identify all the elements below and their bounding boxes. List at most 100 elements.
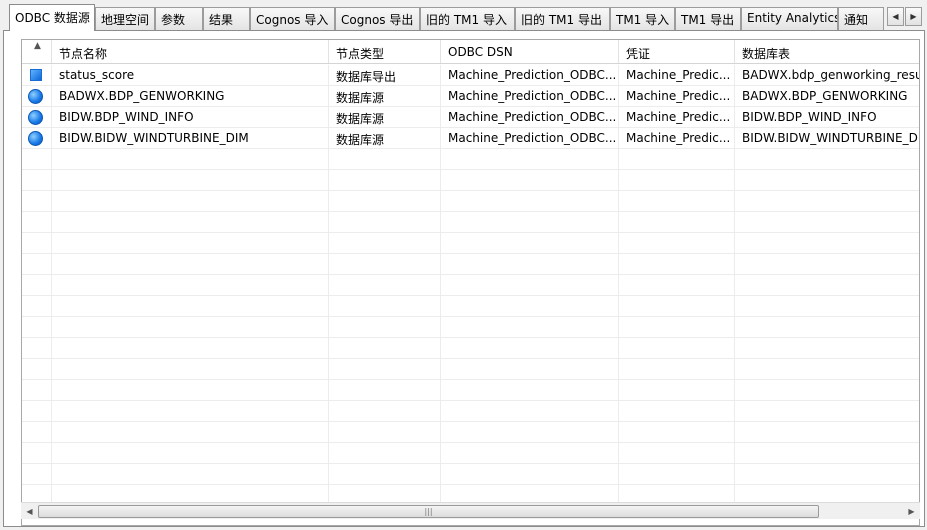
- empty-cell: [619, 380, 735, 401]
- empty-cell: [22, 233, 52, 254]
- empty-cell: [441, 233, 619, 254]
- empty-cell: [52, 443, 329, 464]
- header-credential[interactable]: 凭证: [619, 40, 735, 63]
- source-node-icon: [28, 131, 43, 146]
- empty-table-row: [22, 212, 919, 233]
- header-database-table[interactable]: 数据库表: [735, 40, 919, 63]
- empty-table-row: [22, 401, 919, 422]
- tab-tm1-export[interactable]: TM1 导出: [675, 7, 741, 30]
- empty-table-row: [22, 338, 919, 359]
- tab-scroll-right-button[interactable]: ▶: [905, 7, 922, 26]
- header-node-name[interactable]: 节点名称: [52, 40, 329, 63]
- export-node-icon: [30, 69, 42, 81]
- empty-cell: [441, 212, 619, 233]
- empty-cell: [329, 254, 441, 275]
- empty-cell: [441, 380, 619, 401]
- empty-cell: [735, 401, 919, 422]
- row-icon-cell: [22, 128, 52, 149]
- header-node-type[interactable]: 节点类型: [329, 40, 441, 63]
- empty-cell: [619, 359, 735, 380]
- cell-credential: Machine_Predic...: [619, 65, 735, 86]
- empty-table-row: [22, 464, 919, 485]
- empty-table-row: [22, 317, 919, 338]
- empty-cell: [619, 212, 735, 233]
- empty-cell: [619, 275, 735, 296]
- empty-cell: [52, 359, 329, 380]
- empty-cell: [22, 191, 52, 212]
- scrollbar-thumb[interactable]: |||: [38, 505, 819, 518]
- empty-cell: [441, 296, 619, 317]
- empty-cell: [619, 191, 735, 212]
- empty-cell: [52, 149, 329, 170]
- empty-table-row: [22, 170, 919, 191]
- empty-cell: [619, 149, 735, 170]
- table-row[interactable]: BIDW.BDP_WIND_INFO 数据库源 Machine_Predicti…: [22, 107, 919, 128]
- scroll-right-button[interactable]: ▶: [903, 503, 920, 520]
- empty-cell: [735, 149, 919, 170]
- empty-cell: [441, 443, 619, 464]
- tab-results[interactable]: 结果: [203, 7, 250, 30]
- table-row[interactable]: BIDW.BIDW_WINDTURBINE_DIM 数据库源 Machine_P…: [22, 128, 919, 149]
- empty-cell: [52, 422, 329, 443]
- empty-cell: [735, 233, 919, 254]
- empty-cell: [22, 317, 52, 338]
- empty-cell: [52, 338, 329, 359]
- empty-cell: [619, 296, 735, 317]
- empty-cell: [441, 338, 619, 359]
- empty-cell: [22, 254, 52, 275]
- tab-cognos-import[interactable]: Cognos 导入: [250, 7, 335, 30]
- header-icon-column[interactable]: ▲: [22, 40, 52, 63]
- tab-legacy-tm1-import[interactable]: 旧的 TM1 导入: [420, 7, 515, 30]
- tab-parameters[interactable]: 参数: [155, 7, 203, 30]
- empty-cell: [619, 170, 735, 191]
- tab-legacy-tm1-export[interactable]: 旧的 TM1 导出: [515, 7, 610, 30]
- empty-table-row: [22, 254, 919, 275]
- cell-node-name: BIDW.BIDW_WINDTURBINE_DIM: [52, 128, 329, 149]
- empty-cell: [22, 359, 52, 380]
- empty-cell: [22, 422, 52, 443]
- tab-tm1-import[interactable]: TM1 导入: [610, 7, 675, 30]
- empty-cell: [22, 296, 52, 317]
- cell-node-name: status_score: [52, 65, 329, 86]
- empty-cell: [52, 464, 329, 485]
- empty-table-row: [22, 233, 919, 254]
- empty-cell: [22, 170, 52, 191]
- source-node-icon: [28, 89, 43, 104]
- empty-cell: [441, 254, 619, 275]
- scroll-left-button[interactable]: ◀: [21, 503, 38, 520]
- empty-cell: [735, 275, 919, 296]
- empty-cell: [441, 191, 619, 212]
- table-row[interactable]: BADWX.BDP_GENWORKING 数据库源 Machine_Predic…: [22, 86, 919, 107]
- empty-cell: [735, 443, 919, 464]
- empty-cell: [441, 422, 619, 443]
- empty-cell: [329, 464, 441, 485]
- cell-credential: Machine_Predic...: [619, 86, 735, 107]
- empty-cell: [735, 338, 919, 359]
- datasource-table[interactable]: ▲ 节点名称 节点类型 ODBC DSN 凭证 数据库表 status_scor…: [21, 39, 920, 526]
- horizontal-scrollbar[interactable]: ◀ ||| ▶: [21, 502, 920, 519]
- cell-node-name: BIDW.BDP_WIND_INFO: [52, 107, 329, 128]
- header-odbc-dsn[interactable]: ODBC DSN: [441, 40, 619, 63]
- tab-cognos-export[interactable]: Cognos 导出: [335, 7, 420, 30]
- triangle-left-icon: ◀: [892, 12, 899, 21]
- cell-odbc-dsn: Machine_Prediction_ODBC...: [441, 128, 619, 149]
- table-row[interactable]: status_score 数据库导出 Machine_Prediction_OD…: [22, 65, 919, 86]
- triangle-left-icon: ◀: [26, 507, 33, 516]
- empty-cell: [735, 191, 919, 212]
- empty-cell: [329, 317, 441, 338]
- empty-cell: [619, 317, 735, 338]
- empty-cell: [329, 233, 441, 254]
- tab-odbc-datasource[interactable]: ODBC 数据源: [9, 4, 95, 31]
- tab-entity-analytics[interactable]: Entity Analytics: [741, 7, 838, 30]
- empty-cell: [22, 443, 52, 464]
- empty-table-row: [22, 275, 919, 296]
- empty-table-row: [22, 359, 919, 380]
- empty-cell: [619, 401, 735, 422]
- empty-cell: [735, 170, 919, 191]
- empty-cell: [735, 212, 919, 233]
- tab-geospatial[interactable]: 地理空间: [95, 7, 155, 30]
- empty-cell: [735, 254, 919, 275]
- tab-notifications[interactable]: 通知: [838, 7, 884, 30]
- empty-cell: [619, 422, 735, 443]
- tab-scroll-left-button[interactable]: ◀: [887, 7, 904, 26]
